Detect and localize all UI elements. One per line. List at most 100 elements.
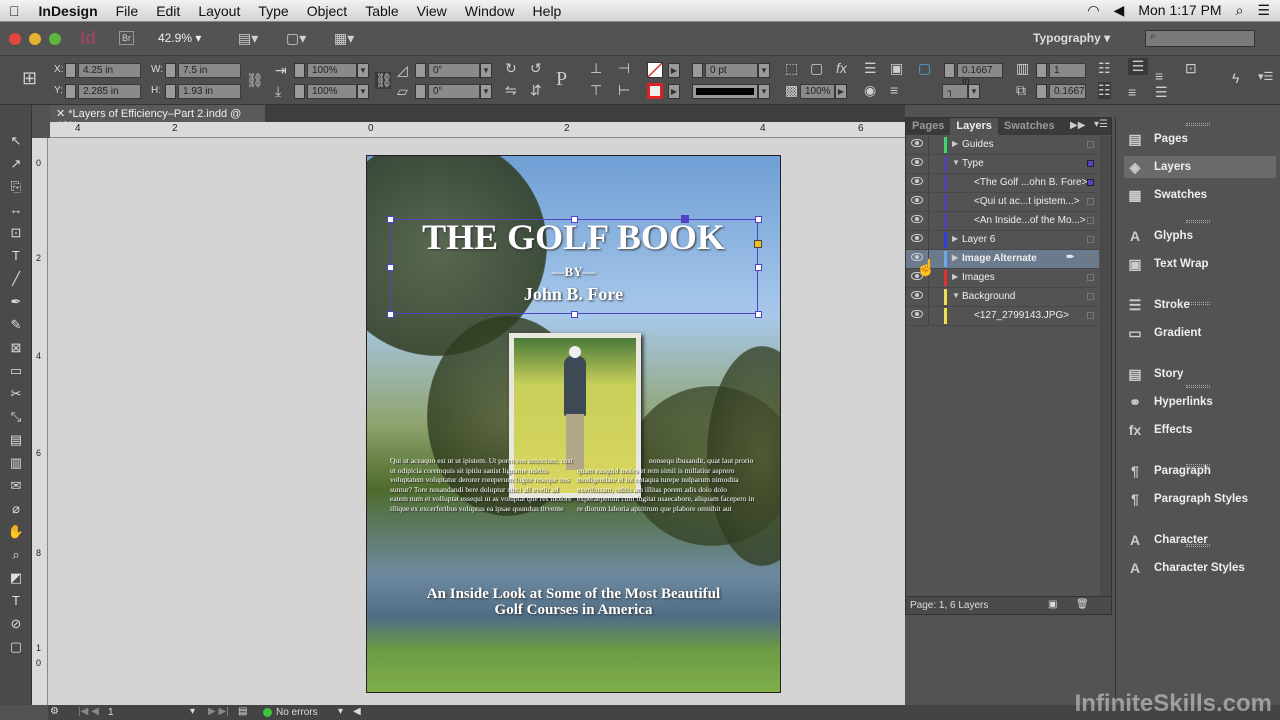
visibility-eye-icon[interactable] bbox=[911, 139, 923, 147]
wifi-icon[interactable]: ◠ bbox=[1087, 2, 1099, 19]
list-icon[interactable]: ☰ bbox=[1257, 2, 1270, 19]
visibility-eye-icon[interactable] bbox=[911, 310, 923, 318]
stroke-type-dropdown[interactable] bbox=[692, 84, 758, 99]
rectangle-frame-tool-icon[interactable]: ⊠ bbox=[6, 340, 26, 358]
lock-toggle[interactable] bbox=[928, 136, 929, 154]
tab-swatches[interactable]: Swatches bbox=[998, 118, 1061, 135]
gradient-swatch-tool-icon[interactable]: ▤ bbox=[6, 432, 26, 450]
gap-tool-icon[interactable]: ↔ bbox=[6, 202, 26, 220]
menu-table[interactable]: Table bbox=[356, 3, 407, 19]
next-page-button[interactable]: ▶ ▶| bbox=[208, 706, 229, 717]
menu-layout[interactable]: Layout bbox=[189, 3, 249, 19]
vertical-align-bottom-icon[interactable]: ≡ bbox=[1128, 84, 1136, 100]
rotate-ccw-icon[interactable]: ↺ bbox=[530, 60, 542, 77]
menu-object[interactable]: Object bbox=[298, 3, 356, 19]
dock-paragraph-styles[interactable]: ¶ Paragraph Styles bbox=[1124, 488, 1276, 510]
vertical-align-top-icon[interactable]: ☰ bbox=[1128, 58, 1148, 75]
horizontal-ruler[interactable]: 4 2 0 2 4 6 bbox=[50, 122, 905, 138]
inset-stepper[interactable] bbox=[944, 63, 955, 78]
h-stepper[interactable] bbox=[165, 84, 176, 99]
panel-group-grip[interactable] bbox=[1186, 385, 1210, 388]
dock-gradient[interactable]: ▭ Gradient bbox=[1124, 322, 1276, 344]
text-wrap-shape-icon[interactable]: ◉ bbox=[864, 82, 876, 99]
visibility-eye-icon[interactable] bbox=[911, 234, 923, 242]
stroke-swatch[interactable] bbox=[647, 83, 663, 99]
auto-fit-icon[interactable]: ⊡ bbox=[1185, 60, 1197, 77]
dock-swatches[interactable]: ▦ Swatches bbox=[1124, 184, 1276, 206]
lock-toggle[interactable] bbox=[928, 193, 929, 211]
dock-character[interactable]: A Character bbox=[1124, 529, 1276, 551]
pen-tool-icon[interactable]: ✒ bbox=[6, 294, 26, 312]
expand-arrow-icon[interactable]: ▶ bbox=[952, 253, 958, 262]
scissors-tool-icon[interactable]: ✂ bbox=[6, 386, 26, 404]
rotate-stepper[interactable] bbox=[415, 63, 426, 78]
collapse-arrow-icon[interactable]: ▼ bbox=[952, 158, 960, 167]
scale-y-dropdown[interactable]: ▼ bbox=[357, 84, 369, 99]
shear-stepper[interactable] bbox=[415, 84, 426, 99]
reference-point-icon[interactable]: ⊞ bbox=[22, 68, 37, 89]
panel-group-grip[interactable] bbox=[1186, 220, 1210, 223]
dock-stroke[interactable]: ☰ Stroke bbox=[1124, 294, 1276, 316]
scale-y-stepper[interactable] bbox=[294, 84, 305, 99]
layer-selection-square[interactable] bbox=[1087, 255, 1094, 262]
expand-arrow-icon[interactable]: ▶ bbox=[952, 234, 958, 243]
screen-mode-icon[interactable]: ▢ bbox=[6, 639, 26, 657]
stroke-weight-stepper[interactable] bbox=[692, 63, 703, 78]
scale-x-field[interactable]: 100% bbox=[307, 63, 357, 78]
layer-selection-square[interactable] bbox=[1087, 198, 1094, 205]
lock-toggle[interactable] bbox=[928, 288, 929, 306]
visibility-eye-icon[interactable] bbox=[911, 196, 923, 204]
layer-row[interactable]: <127_2799143.JPG> bbox=[906, 307, 1099, 326]
document-page[interactable]: THE GOLF BOOK —BY— John B. Fore Qui ut a… bbox=[366, 155, 781, 693]
dock-effects[interactable]: fx Effects bbox=[1124, 419, 1276, 441]
layer-row[interactable]: ▶ Guides bbox=[906, 136, 1099, 155]
dock-hyperlinks[interactable]: ⚭ Hyperlinks bbox=[1124, 391, 1276, 413]
layer-selection-square[interactable] bbox=[1087, 160, 1094, 167]
delete-layer-icon[interactable]: 🗑 bbox=[1076, 599, 1089, 610]
select-next-icon[interactable]: ⊢ bbox=[618, 82, 630, 99]
stroke-type-arrow[interactable]: ▼ bbox=[758, 84, 770, 99]
spotlight-icon[interactable]: ⌕ bbox=[1236, 2, 1244, 19]
scale-x-dropdown[interactable]: ▼ bbox=[357, 63, 369, 78]
body-text-column-2[interactable]: nonsequ ibusandit, quat laut prorio quam… bbox=[577, 456, 757, 514]
inset-field[interactable]: 0.1667 in bbox=[957, 63, 1003, 87]
fill-stroke-icon[interactable]: ◩ bbox=[6, 570, 26, 588]
opacity-dropdown[interactable]: ▶ bbox=[835, 84, 847, 99]
visibility-eye-icon[interactable] bbox=[911, 177, 923, 185]
page-dropdown-icon[interactable]: ▾ bbox=[190, 706, 195, 717]
scroll-left-icon[interactable]: ◀ bbox=[353, 706, 361, 717]
corner-shape-arrow[interactable]: ▼ bbox=[968, 84, 980, 99]
close-window-button[interactable] bbox=[9, 33, 21, 45]
eyedropper-tool-icon[interactable]: ⌀ bbox=[6, 501, 26, 519]
subtitle[interactable]: An Inside Look at Some of the Most Beaut… bbox=[367, 586, 780, 618]
dock-story[interactable]: ▤ Story bbox=[1124, 363, 1276, 385]
select-content-icon[interactable]: ⊤ bbox=[590, 82, 602, 99]
gutter-field[interactable]: 0.1667 bbox=[1049, 84, 1086, 99]
text-wrap-none-icon[interactable]: ☰ bbox=[864, 60, 877, 77]
rectangle-tool-icon[interactable]: ▭ bbox=[6, 363, 26, 381]
layer-selection-square[interactable] bbox=[1087, 312, 1094, 319]
dock-layers[interactable]: ◈ Layers bbox=[1124, 156, 1276, 178]
first-page-button[interactable]: |◀ ◀ bbox=[78, 706, 99, 717]
lock-toggle[interactable] bbox=[928, 174, 929, 192]
selection-frame[interactable] bbox=[387, 215, 762, 318]
dock-pages[interactable]: ▤ Pages bbox=[1124, 128, 1276, 150]
menu-file[interactable]: File bbox=[107, 3, 148, 19]
line-tool-icon[interactable]: ╱ bbox=[6, 271, 26, 289]
select-container-icon[interactable]: ⊥ bbox=[590, 60, 602, 77]
text-wrap-jump-icon[interactable]: ≡ bbox=[890, 82, 898, 98]
layer-row[interactable]: ▼ Type bbox=[906, 155, 1099, 174]
arrange-documents-icon[interactable]: ▦▾ bbox=[334, 30, 354, 47]
type-tool-icon[interactable]: T bbox=[6, 248, 26, 266]
workspace-switcher[interactable]: Typography ▾ bbox=[1033, 31, 1110, 45]
shear-dropdown[interactable]: ▼ bbox=[480, 84, 492, 99]
rotate-field[interactable]: 0° bbox=[428, 63, 480, 78]
stroke-weight-field[interactable]: 0 pt bbox=[705, 63, 758, 78]
layer-row[interactable]: <The Golf ...ohn B. Fore> bbox=[906, 174, 1099, 193]
rotate-cw-icon[interactable]: ↻ bbox=[505, 60, 517, 77]
vertical-ruler[interactable]: 0246810 bbox=[32, 138, 48, 705]
screen-mode-icon[interactable]: ▢▾ bbox=[286, 30, 306, 47]
tab-layers[interactable]: Layers bbox=[950, 118, 998, 135]
opacity-field[interactable]: 100% bbox=[800, 84, 835, 99]
x-stepper[interactable] bbox=[65, 63, 76, 78]
